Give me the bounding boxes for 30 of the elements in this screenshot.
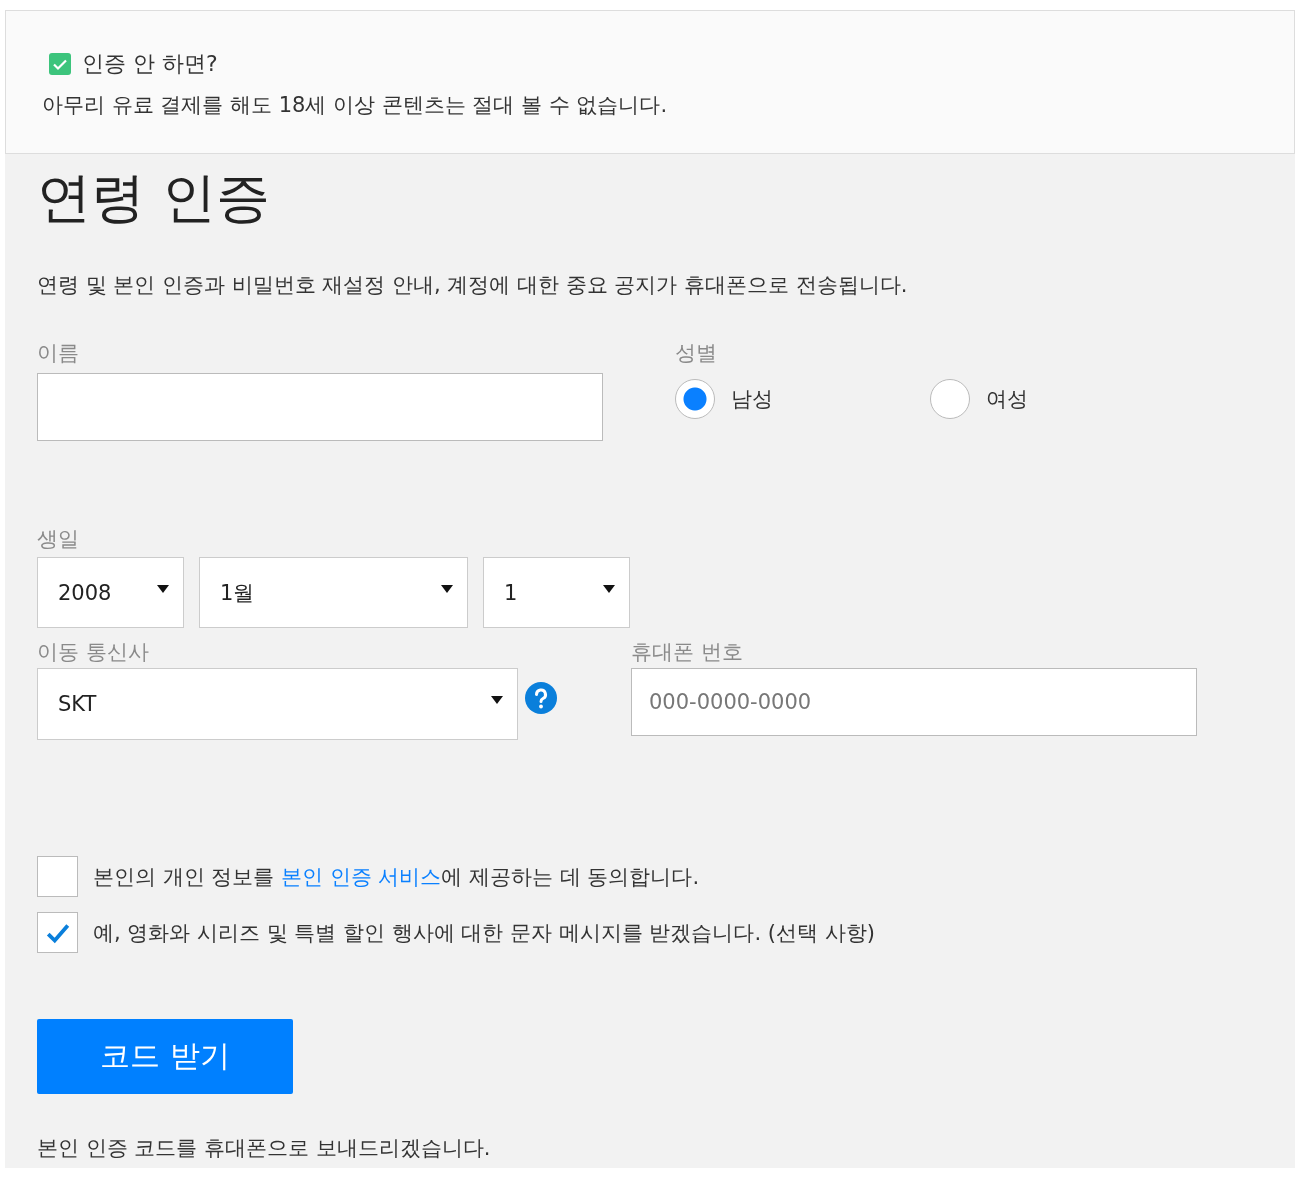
consent-text: 본인의 개인 정보를 본인 인증 서비스에 제공하는 데 동의합니다. [93, 863, 700, 891]
field-label: 휴대폰 번호 [631, 639, 744, 666]
caret-icon [441, 584, 453, 593]
radio-label: 남성 [731, 386, 773, 413]
field-label: 생일 [37, 526, 80, 553]
radio-label: 여성 [986, 386, 1028, 413]
caret-icon [157, 584, 169, 593]
checkbox[interactable] [37, 856, 78, 897]
consent-text: 예, 영화와 시리즈 및 특별 할인 행사에 대한 문자 메시지를 받겠습니다. (선택 사항) [93, 919, 875, 947]
field-label: 이동 통신사 [37, 639, 150, 666]
page-heading: 연령 인증 [37, 165, 272, 231]
footer-text: 본인 인증 코드를 휴대폰으로 보내드리겠습니다. [37, 1135, 492, 1162]
name-input[interactable] [37, 373, 603, 441]
phone-input[interactable]: 000-0000-0000 [631, 668, 1197, 736]
description-text: 연령 및 본인 인증과 비밀번호 재설정 안내, 계정에 대한 중요 공지가 휴대폰으로 전송됩니다. [37, 272, 909, 299]
caret-icon [603, 584, 615, 593]
get-code-button[interactable]: 코드 받기 [37, 1019, 293, 1094]
dropdown[interactable]: 1월 [199, 557, 468, 628]
dropdown[interactable]: 1 [483, 557, 630, 628]
radio-button[interactable] [930, 379, 970, 419]
checkbox[interactable] [37, 912, 78, 953]
caret-icon [491, 696, 503, 704]
dropdown[interactable]: SKT [37, 668, 518, 740]
notice-title: 인증 안 하면? [82, 50, 218, 78]
help-icon[interactable] [525, 682, 557, 714]
field-label: 이름 [37, 340, 80, 367]
notice-text: 아무리 유료 결제를 해도 18세 이상 콘텐츠는 절대 볼 수 없습니다. [42, 92, 669, 119]
dropdown[interactable]: 2008 [37, 557, 184, 628]
field-label: 성별 [675, 340, 718, 367]
radio-button[interactable] [675, 379, 715, 419]
